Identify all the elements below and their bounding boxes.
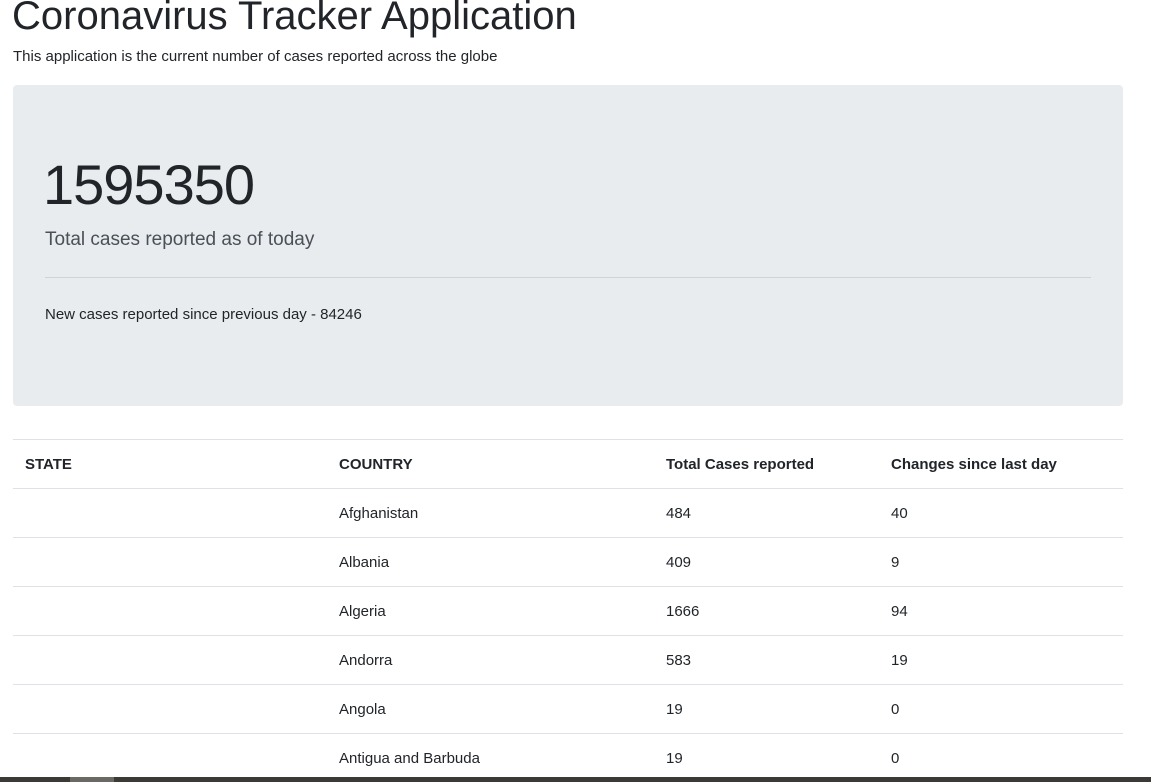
cell-total: 19 [654, 733, 879, 782]
cell-state [13, 684, 327, 734]
cell-total: 484 [654, 488, 879, 538]
cell-change: 9 [879, 537, 1123, 587]
cases-table: STATE COUNTRY Total Cases reported Chang… [13, 439, 1123, 782]
table-header-row: STATE COUNTRY Total Cases reported Chang… [13, 439, 1123, 489]
new-cases-text: New cases reported since previous day - … [45, 306, 362, 323]
column-header-changes: Changes since last day [879, 439, 1123, 489]
column-header-total-cases: Total Cases reported [654, 439, 879, 489]
scrollbar-thumb[interactable] [70, 777, 114, 782]
cell-state [13, 733, 327, 782]
total-cases-number: 1595350 [43, 153, 255, 216]
cell-change: 0 [879, 684, 1123, 734]
cell-country: Algeria [327, 586, 654, 636]
cell-state [13, 488, 327, 538]
cell-country: Angola [327, 684, 654, 734]
cell-change: 19 [879, 635, 1123, 685]
cell-state [13, 537, 327, 587]
table-row: Afghanistan 484 40 [13, 488, 1123, 538]
table-row: Andorra 583 19 [13, 635, 1123, 685]
cell-country: Albania [327, 537, 654, 587]
table-row: Albania 409 9 [13, 537, 1123, 587]
cell-state [13, 635, 327, 685]
cell-change: 0 [879, 733, 1123, 782]
cell-country: Afghanistan [327, 488, 654, 538]
page-subtitle: This application is the current number o… [13, 48, 498, 65]
table-row: Antigua and Barbuda 19 0 [13, 733, 1123, 782]
page: Coronavirus Tracker Application This app… [0, 0, 1151, 782]
cell-total: 409 [654, 537, 879, 587]
cell-country: Antigua and Barbuda [327, 733, 654, 782]
cell-total: 19 [654, 684, 879, 734]
cases-table-container: STATE COUNTRY Total Cases reported Chang… [13, 439, 1123, 782]
horizontal-scrollbar[interactable] [0, 777, 1151, 782]
cell-state [13, 586, 327, 636]
summary-panel: 1595350 Total cases reported as of today… [13, 85, 1123, 406]
divider [45, 277, 1091, 278]
table-row: Angola 19 0 [13, 684, 1123, 734]
page-title: Coronavirus Tracker Application [12, 0, 577, 38]
column-header-country: COUNTRY [327, 439, 654, 489]
cell-country: Andorra [327, 635, 654, 685]
cell-change: 94 [879, 586, 1123, 636]
cell-change: 40 [879, 488, 1123, 538]
cell-total: 583 [654, 635, 879, 685]
table-row: Algeria 1666 94 [13, 586, 1123, 636]
cell-total: 1666 [654, 586, 879, 636]
total-cases-label: Total cases reported as of today [45, 229, 315, 250]
column-header-state: STATE [13, 439, 327, 489]
